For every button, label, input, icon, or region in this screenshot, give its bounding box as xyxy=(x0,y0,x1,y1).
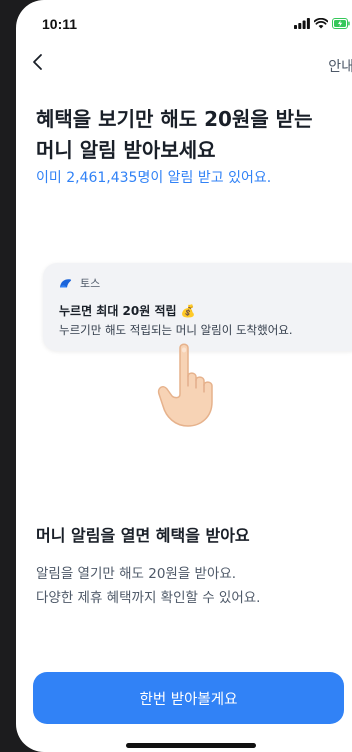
wifi-icon xyxy=(314,18,328,29)
notification-app-row: 토스 xyxy=(59,275,100,291)
try-it-button[interactable]: 한번 받아볼게요 xyxy=(33,672,344,724)
section-title: 머니 알림을 열면 혜택을 받아요 xyxy=(36,526,250,545)
section-description: 알림을 열기만 해도 20원을 받아요. 다양한 제휴 혜택까지 확인할 수 있… xyxy=(36,566,261,606)
phone-screen: 10:11 안내 혜택을 보기만 해도 20원을 받는 머니 알림 받아보세요 … xyxy=(16,0,352,752)
status-icons xyxy=(294,18,350,29)
signal-icon xyxy=(294,18,310,29)
notification-app-name: 토스 xyxy=(80,277,101,290)
page-title: 혜택을 보기만 해도 20원을 받는 머니 알림 받아보세요 xyxy=(36,107,313,162)
home-indicator xyxy=(126,743,256,748)
status-bar: 10:11 xyxy=(16,0,352,40)
notification-body: 누르기만 해도 적립되는 머니 알림이 도착했어요. xyxy=(59,323,293,337)
status-time: 10:11 xyxy=(42,16,78,32)
notification-title: 누르면 최대 20원 적립 💰 xyxy=(59,304,196,318)
chevron-left-icon xyxy=(33,54,42,70)
subscriber-count-text: 이미 2,461,435명이 알림 받고 있어요. xyxy=(36,170,272,186)
back-button[interactable] xyxy=(28,52,48,72)
notification-preview-card: 토스 누르면 최대 20원 적립 💰 누르기만 해도 적립되는 머니 알림이 도… xyxy=(43,263,352,351)
toss-logo-icon xyxy=(60,278,72,287)
info-link[interactable]: 안내 xyxy=(328,56,352,76)
pointing-hand-icon xyxy=(157,343,213,427)
battery-charging-icon xyxy=(332,18,350,29)
